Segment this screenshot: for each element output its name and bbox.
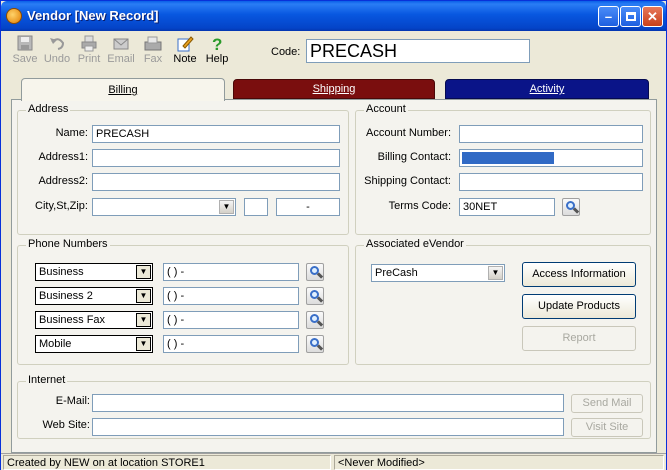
- maximize-icon: [625, 12, 636, 21]
- access-information-button[interactable]: Access Information: [522, 262, 636, 287]
- maximize-button[interactable]: [620, 6, 641, 27]
- phone-numbers-group-title: Phone Numbers: [26, 238, 110, 250]
- account-number-input[interactable]: [459, 125, 643, 143]
- address-group: Address Name: PRECASH Address1: Address2…: [17, 103, 349, 235]
- terms-code-label: Terms Code:: [388, 200, 451, 212]
- app-icon: [6, 8, 22, 24]
- phone-type-select[interactable]: Business Fax ▼: [35, 311, 153, 329]
- chevron-down-icon[interactable]: ▼: [219, 200, 234, 214]
- internet-group: Internet E-Mail: Send Mail Web Site: Vis…: [17, 374, 651, 439]
- status-bar: Created by NEW on at location STORE1 <Ne…: [1, 453, 666, 470]
- phone-number-input[interactable]: ( ) -: [163, 335, 299, 353]
- email-label: E-Mail:: [55, 395, 90, 407]
- name-label: Name:: [55, 127, 88, 139]
- chevron-down-icon[interactable]: ▼: [488, 266, 503, 280]
- visit-site-button[interactable]: Visit Site: [571, 418, 643, 437]
- chevron-down-icon[interactable]: ▼: [136, 265, 151, 279]
- note-button[interactable]: Note: [169, 35, 201, 69]
- minimize-button[interactable]: –: [598, 6, 619, 27]
- evendor-group: Associated eVendor PreCash ▼ Access Infor…: [355, 238, 651, 365]
- help-button[interactable]: ? Help: [201, 35, 233, 69]
- address1-label: Address1:: [38, 151, 88, 163]
- address-group-title: Address: [26, 103, 71, 115]
- address2-label: Address2:: [38, 175, 88, 187]
- address2-input[interactable]: [92, 173, 340, 191]
- evendor-select[interactable]: PreCash ▼: [371, 264, 505, 282]
- minimize-icon: –: [604, 9, 613, 24]
- code-input[interactable]: PRECASH: [306, 39, 530, 63]
- phone-number-input[interactable]: ( ) -: [163, 287, 299, 305]
- account-number-label: Account Number:: [366, 127, 451, 139]
- city-label: City,St,Zip:: [35, 200, 88, 212]
- billing-contact-selection: [462, 152, 554, 164]
- window-title: Vendor [New Record]: [27, 8, 159, 23]
- phone-lookup-button[interactable]: [306, 263, 324, 281]
- fax-icon: [144, 36, 162, 51]
- terms-code-input[interactable]: 30NET: [459, 198, 555, 216]
- phone-number-input[interactable]: ( ) -: [163, 311, 299, 329]
- vendor-window: Vendor [New Record] – ✕ Save Undo Print …: [0, 0, 667, 470]
- phone-lookup-button[interactable]: [306, 311, 324, 329]
- email-icon: [113, 38, 129, 50]
- email-input[interactable]: [92, 394, 564, 412]
- account-group: Account Account Number: Billing Contact:…: [355, 103, 651, 235]
- chevron-down-icon[interactable]: ▼: [136, 337, 151, 351]
- email-button[interactable]: Email: [105, 35, 137, 69]
- help-icon: ?: [212, 35, 222, 52]
- note-icon: [177, 36, 194, 52]
- phone-type-select[interactable]: Mobile ▼: [35, 335, 153, 353]
- shipping-contact-label: Shipping Contact:: [364, 175, 451, 187]
- city-combo[interactable]: ▼: [92, 198, 236, 216]
- tab-activity[interactable]: Activity: [445, 79, 649, 99]
- website-label: Web Site:: [42, 419, 91, 431]
- phone-type-select[interactable]: Business ▼: [35, 263, 153, 281]
- website-input[interactable]: [92, 418, 564, 436]
- save-button[interactable]: Save: [9, 35, 41, 69]
- close-button[interactable]: ✕: [642, 6, 663, 27]
- print-icon: [81, 35, 97, 52]
- phone-lookup-button[interactable]: [306, 287, 324, 305]
- tab-billing[interactable]: Billing: [21, 78, 225, 101]
- phone-number-input[interactable]: ( ) -: [163, 263, 299, 281]
- phone-lookup-button[interactable]: [306, 335, 324, 353]
- undo-button[interactable]: Undo: [41, 35, 73, 69]
- svg-text:?: ?: [212, 35, 222, 52]
- fax-button[interactable]: Fax: [137, 35, 169, 69]
- name-input[interactable]: PRECASH: [92, 125, 340, 143]
- billing-panel: Address Name: PRECASH Address1: Address2…: [11, 99, 657, 453]
- evendor-group-title: Associated eVendor: [364, 238, 466, 250]
- status-modified: <Never Modified>: [334, 455, 664, 470]
- status-created: Created by NEW on at location STORE1: [3, 455, 331, 470]
- chevron-down-icon[interactable]: ▼: [136, 313, 151, 327]
- update-products-button[interactable]: Update Products: [522, 294, 636, 319]
- code-label: Code:: [271, 46, 301, 58]
- phone-numbers-group: Phone Numbers Business ▼ ( ) - Business 2…: [17, 238, 349, 365]
- terms-lookup-button[interactable]: [562, 198, 580, 216]
- title-bar[interactable]: Vendor [New Record] – ✕: [1, 1, 666, 31]
- billing-contact-label: Billing Contact:: [377, 151, 451, 163]
- shipping-contact-input[interactable]: [459, 173, 643, 191]
- internet-group-title: Internet: [26, 374, 68, 386]
- report-button[interactable]: Report: [522, 326, 636, 351]
- close-icon: ✕: [647, 9, 658, 24]
- state-input[interactable]: [244, 198, 268, 216]
- save-icon: [17, 35, 33, 51]
- chevron-down-icon[interactable]: ▼: [136, 289, 151, 303]
- zip-input[interactable]: -: [276, 198, 340, 216]
- account-group-title: Account: [364, 103, 408, 115]
- phone-type-select[interactable]: Business 2 ▼: [35, 287, 153, 305]
- undo-icon: [50, 38, 65, 50]
- tab-shipping[interactable]: Shipping: [233, 79, 435, 99]
- send-mail-button[interactable]: Send Mail: [571, 394, 643, 413]
- address1-input[interactable]: [92, 149, 340, 167]
- billing-contact-input[interactable]: [459, 149, 643, 167]
- print-button[interactable]: Print: [73, 35, 105, 69]
